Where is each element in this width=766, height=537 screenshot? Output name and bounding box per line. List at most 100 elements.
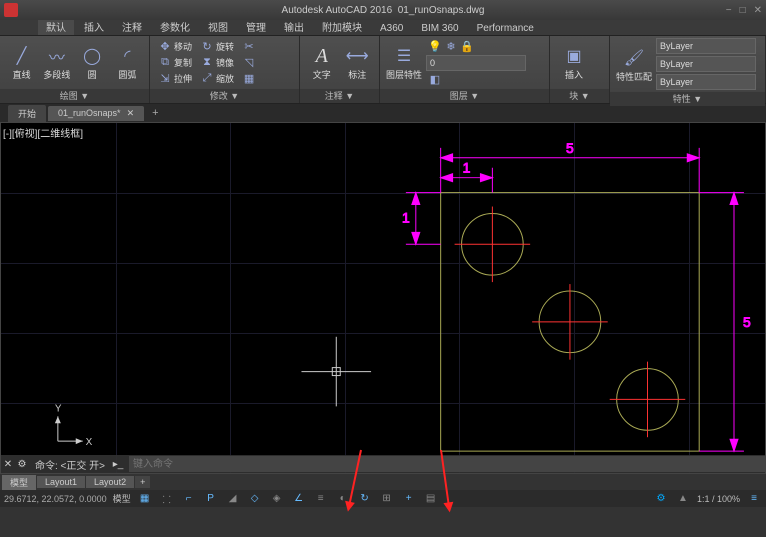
trim-button[interactable]: ✂ — [240, 39, 258, 54]
osnap-toggle-icon[interactable]: ◇ — [247, 492, 263, 506]
lineweight-toggle-icon[interactable]: ≡ — [313, 492, 329, 506]
layout-tab-layout1[interactable]: Layout1 — [37, 476, 85, 488]
otrack-toggle-icon[interactable]: ∠ — [291, 492, 307, 506]
text-button[interactable]: A文字 — [306, 39, 338, 87]
dim-5-vertical: 5 — [699, 193, 751, 452]
ribbon-tab-addins[interactable]: 附加模块 — [314, 18, 370, 35]
layer-tools-row1[interactable]: 💡❄🔒 — [426, 39, 526, 54]
customize-icon[interactable]: ≡ — [746, 492, 762, 506]
svg-text:5: 5 — [743, 314, 751, 330]
minimize-icon[interactable]: − — [726, 5, 732, 16]
layout-tab-model[interactable]: 模型 — [2, 475, 36, 490]
stretch-icon: ⇲ — [158, 72, 172, 86]
circle-button[interactable]: ◯圆 — [77, 39, 108, 87]
layer-tools-row2[interactable]: ◧ — [426, 72, 526, 87]
insert-block-button[interactable]: ▣插入 — [556, 39, 592, 87]
move-button[interactable]: ✥移动 — [156, 39, 194, 54]
new-tab-button[interactable]: + — [146, 107, 164, 119]
panel-title-modify[interactable]: 修改 ▼ — [150, 89, 299, 103]
linetype-selector[interactable]: ByLayer — [656, 74, 756, 90]
array-button[interactable]: ▦ — [240, 71, 258, 86]
layout-tab-layout2[interactable]: Layout2 — [86, 476, 134, 488]
match-icon: ◧ — [428, 72, 442, 86]
zoom-level[interactable]: 1:1 / 100% — [697, 494, 740, 504]
scale-icon: ⤢ — [200, 72, 214, 86]
polar-toggle-icon[interactable]: P — [203, 492, 219, 506]
svg-text:Y: Y — [55, 403, 62, 414]
fillet-icon: ◹ — [242, 56, 256, 70]
ribbon-tabs: 默认 插入 注释 参数化 视图 管理 输出 附加模块 A360 BIM 360 … — [0, 20, 766, 36]
line-icon: ╱ — [10, 44, 34, 68]
dim-button[interactable]: ⟷标注 — [342, 39, 374, 87]
circle-2 — [532, 284, 608, 360]
dyninput-toggle-icon[interactable]: + — [401, 492, 417, 506]
fillet-button[interactable]: ◹ — [240, 55, 258, 70]
panel-title-properties[interactable]: 特性 ▼ — [610, 92, 765, 106]
layers-icon: ☰ — [392, 44, 416, 68]
layer-props-button[interactable]: ☰图层特性 — [386, 39, 422, 87]
circle-3 — [610, 362, 686, 438]
status-model-label[interactable]: 模型 — [113, 492, 131, 505]
layer-selector[interactable]: 0 — [426, 55, 526, 71]
model-viewport[interactable]: [-][俯视][二维线框] 5 1 1 5 — [0, 122, 766, 474]
ribbon-tab-insert[interactable]: 插入 — [76, 18, 112, 35]
copy-icon: ⧉ — [158, 56, 172, 70]
color-selector[interactable]: ByLayer — [656, 38, 756, 54]
cmd-settings-icon[interactable]: ⚙ — [15, 459, 29, 470]
match-props-button[interactable]: 🖌特性匹配 — [616, 40, 652, 88]
drawing-svg: 5 1 1 5 — [1, 123, 765, 473]
panel-title-layer[interactable]: 图层 ▼ — [380, 89, 549, 103]
lineweight-selector[interactable]: ByLayer — [656, 56, 756, 72]
stretch-button[interactable]: ⇲拉伸 — [156, 71, 194, 86]
ribbon-tab-a360[interactable]: A360 — [372, 22, 411, 35]
mirror-icon: ⧗ — [200, 56, 214, 70]
ribbon-tab-default[interactable]: 默认 — [38, 18, 74, 35]
polyline-button[interactable]: 〰多段线 — [41, 39, 72, 87]
doc-tab-file[interactable]: 01_runOsnaps* ✕ — [48, 106, 144, 121]
doc-tab-label: 01_runOsnaps* — [58, 108, 121, 118]
tab-close-icon[interactable]: ✕ — [127, 108, 135, 119]
svg-text:5: 5 — [566, 140, 574, 156]
isodraft-toggle-icon[interactable]: ◢ — [225, 492, 241, 506]
panel-title-annotation[interactable]: 注释 ▼ — [300, 89, 379, 103]
panel-title-block[interactable]: 块 ▼ — [550, 89, 609, 103]
annoscale-icon[interactable]: ▲ — [675, 492, 691, 506]
ortho-toggle-icon[interactable]: ⌐ — [181, 492, 197, 506]
mirror-button[interactable]: ⧗镜像 — [198, 55, 236, 70]
workspace-icon[interactable]: ⚙ — [653, 492, 669, 506]
ribbon-tab-bim360[interactable]: BIM 360 — [413, 22, 466, 35]
command-input[interactable] — [129, 456, 765, 472]
ribbon-tab-view[interactable]: 视图 — [200, 18, 236, 35]
cycling-toggle-icon[interactable]: ↻ — [357, 492, 373, 506]
ribbon-tab-parametric[interactable]: 参数化 — [152, 18, 198, 35]
maximize-icon[interactable]: □ — [740, 5, 746, 16]
arc-button[interactable]: ◜圆弧 — [112, 39, 143, 87]
text-icon: A — [310, 44, 334, 68]
rotate-button[interactable]: ↻旋转 — [198, 39, 236, 54]
circle-icon: ◯ — [80, 44, 104, 68]
crosshair-cursor — [301, 337, 371, 407]
panel-title-draw[interactable]: 绘图 ▼ — [0, 89, 149, 103]
dynucs-toggle-icon[interactable]: ⊞ — [379, 492, 395, 506]
layout-tab-add[interactable]: + — [135, 476, 150, 488]
ribbon-tab-annotate[interactable]: 注释 — [114, 18, 150, 35]
doc-tabs: 开始 01_runOsnaps* ✕ + — [0, 104, 766, 122]
cmd-close-icon[interactable]: ✕ — [1, 459, 15, 470]
ribbon-tab-performance[interactable]: Performance — [469, 22, 542, 35]
snap-toggle-icon[interactable]: ⸬ — [159, 492, 175, 506]
ribbon-tab-manage[interactable]: 管理 — [238, 18, 274, 35]
trim-icon: ✂ — [242, 40, 256, 54]
app-title: Autodesk AutoCAD 2016 01_runOsnaps.dwg — [282, 5, 485, 16]
scale-button[interactable]: ⤢缩放 — [198, 71, 236, 86]
svg-text:1: 1 — [402, 209, 410, 225]
grid-toggle-icon[interactable]: ▦ — [137, 492, 153, 506]
ribbon-tab-output[interactable]: 输出 — [276, 18, 312, 35]
doc-tab-start[interactable]: 开始 — [8, 105, 46, 122]
quickprops-toggle-icon[interactable]: ▤ — [423, 492, 439, 506]
cmd-prompt-icon: ▸_ — [111, 459, 125, 470]
copy-button[interactable]: ⧉复制 — [156, 55, 194, 70]
line-button[interactable]: ╱直线 — [6, 39, 37, 87]
3dosnap-toggle-icon[interactable]: ◈ — [269, 492, 285, 506]
array-icon: ▦ — [242, 72, 256, 86]
close-icon[interactable]: ✕ — [754, 5, 762, 16]
